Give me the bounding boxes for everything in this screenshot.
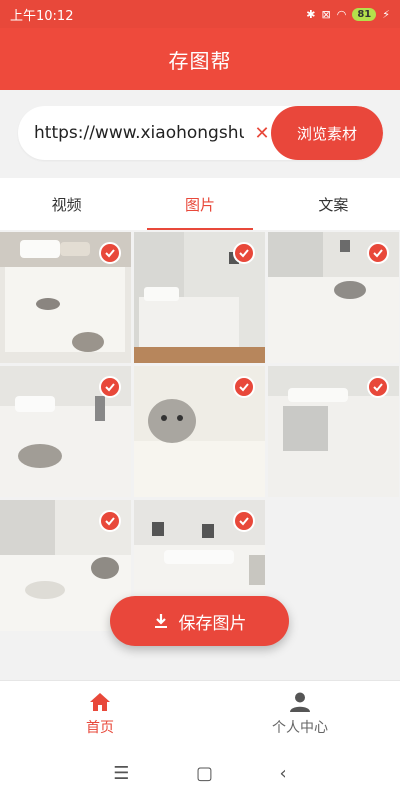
selected-check-icon[interactable] [233, 510, 255, 532]
url-search-box: ✕ 浏览素材 [18, 106, 383, 160]
person-icon [290, 692, 310, 712]
tab-bar: 视频 图片 文案 [0, 178, 400, 230]
home-square-icon[interactable]: ▢ [196, 763, 213, 784]
status-icons: ✱ ⊠ ◠ 81 ⚡ [306, 7, 390, 21]
selected-check-icon[interactable] [99, 510, 121, 532]
download-icon [154, 614, 167, 628]
selected-check-icon[interactable] [99, 376, 121, 398]
url-input[interactable] [34, 123, 244, 143]
image-thumbnail[interactable] [268, 232, 399, 363]
battery-indicator: 81 [352, 7, 377, 21]
home-icon [90, 692, 110, 711]
tab-images[interactable]: 图片 [133, 178, 266, 230]
image-thumbnail[interactable] [0, 366, 131, 497]
system-navigation: ☰ ▢ ‹ [0, 746, 400, 800]
bluetooth-icon: ✱ [306, 7, 316, 21]
selected-check-icon[interactable] [367, 376, 389, 398]
image-thumbnail[interactable] [268, 366, 399, 497]
browse-button[interactable]: 浏览素材 [271, 106, 383, 160]
menu-icon[interactable]: ☰ [113, 763, 129, 784]
nav-home-label: 首页 [86, 719, 114, 736]
nav-profile[interactable]: 个人中心 [200, 681, 400, 746]
image-thumbnail[interactable] [134, 366, 265, 497]
image-thumbnail[interactable] [134, 232, 265, 363]
tab-video[interactable]: 视频 [0, 178, 133, 230]
save-images-button[interactable]: 保存图片 [110, 596, 289, 646]
back-icon[interactable]: ‹ [280, 763, 287, 784]
tab-text[interactable]: 文案 [267, 178, 400, 230]
status-time: 上午10:12 [10, 8, 74, 24]
nav-home[interactable]: 首页 [0, 681, 200, 746]
selected-check-icon[interactable] [233, 376, 255, 398]
selected-check-icon[interactable] [233, 242, 255, 264]
selected-check-icon[interactable] [367, 242, 389, 264]
app-title: 存图帮 [168, 48, 232, 73]
wifi-icon: ◠ [336, 7, 347, 21]
charging-icon: ⚡ [382, 7, 390, 21]
notification-icon: ⊠ [321, 7, 331, 21]
app-bar: 存图帮 [0, 28, 400, 90]
bottom-nav: 首页 个人中心 [0, 680, 400, 746]
save-button-label: 保存图片 [178, 613, 247, 634]
search-area: ✕ 浏览素材 [0, 90, 400, 178]
image-thumbnail[interactable] [0, 232, 131, 363]
selected-check-icon[interactable] [99, 242, 121, 264]
nav-profile-label: 个人中心 [272, 719, 328, 736]
status-bar: 上午10:12 ✱ ⊠ ◠ 81 ⚡ [0, 0, 400, 28]
